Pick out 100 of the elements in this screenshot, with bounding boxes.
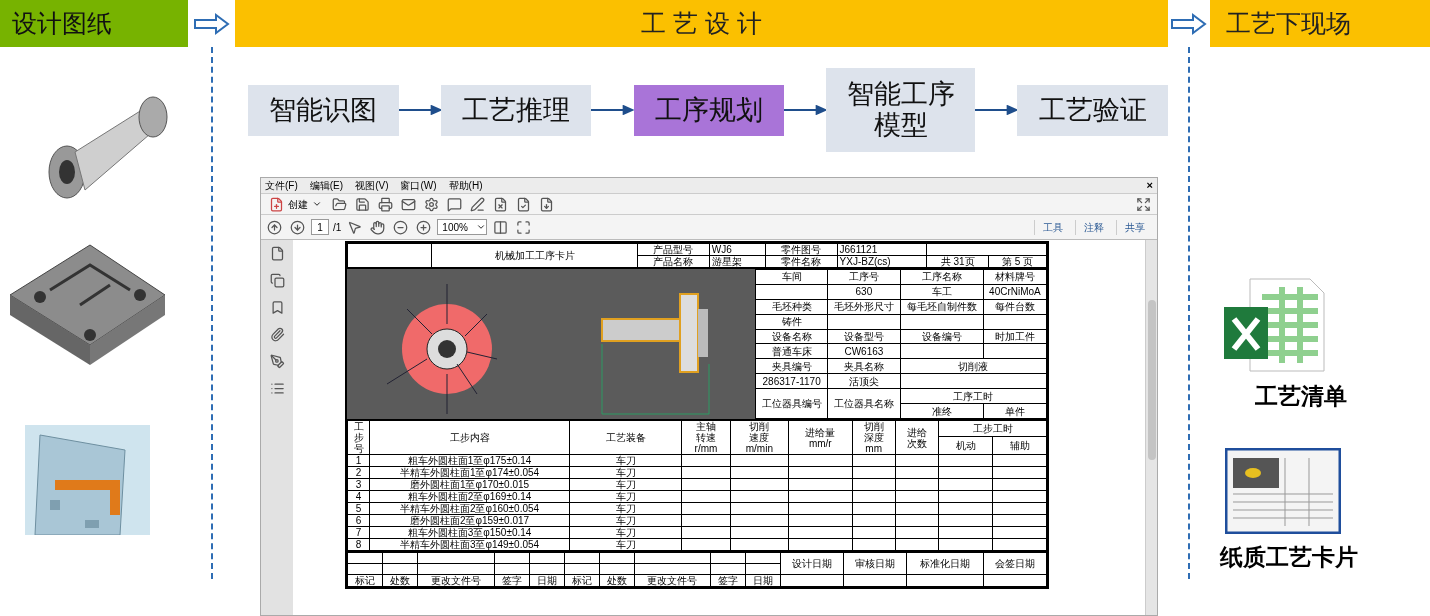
arrow-icon [784, 105, 827, 115]
flow-step[interactable]: 工艺验证 [1017, 84, 1168, 136]
arrow-icon [591, 105, 634, 115]
menu-item[interactable]: 文件(F) [265, 180, 298, 191]
table-cell: 车工 [900, 284, 984, 300]
spreadsheet-icon [1222, 277, 1326, 373]
table-cell: 工序工时 [900, 388, 1047, 404]
table-cell: 5 [347, 502, 370, 515]
table-cell: 粗车外圆柱面2至φ169±0.14 [369, 490, 570, 503]
table-cell: 设备名称 [755, 329, 828, 344]
table-cell: 夹具编号 [755, 358, 828, 374]
table-cell: 7 [347, 526, 370, 539]
flow-step[interactable]: 工艺推理 [440, 84, 592, 136]
table-cell: 工序名称 [900, 269, 984, 285]
flow-step[interactable]: 智能识图 [248, 84, 399, 136]
flow-step[interactable]: 智能工序模型 [826, 68, 976, 152]
output-label: 纸质工艺卡片 [1220, 546, 1358, 569]
table-cell: 半精车外圆柱面1至φ174±0.054 [369, 466, 570, 479]
table-cell: 车刀 [569, 526, 682, 539]
table-cell: 630 [827, 284, 901, 300]
column-header: 辅助 [992, 436, 1047, 455]
column-header: 工步工时 [938, 420, 1047, 437]
table-cell: 工序号 [827, 269, 901, 285]
table-cell: 车刀 [569, 502, 682, 515]
table-cell: 车刀 [569, 478, 682, 491]
table-cell: 夹具名称 [827, 358, 901, 374]
table-cell: 处数 [599, 574, 634, 586]
stage-banner: 工艺下现场 [1210, 0, 1430, 47]
menu-item[interactable]: 窗口(W) [400, 180, 437, 191]
table-cell: 单件 [983, 403, 1047, 419]
table-cell: 设备型号 [827, 329, 901, 344]
table-cell: 日期 [745, 574, 781, 586]
table-cell: CW6163 [827, 343, 901, 359]
table-cell: 车刀 [569, 514, 682, 527]
table-cell: 半精车外圆柱面3至φ149±0.054 [369, 538, 570, 551]
table-cell: 6 [347, 514, 370, 527]
table-cell: 普通车床 [755, 343, 828, 359]
create-file-icon [269, 196, 284, 212]
card-title: 机械加工工序卡片 [431, 243, 638, 268]
table-cell: 1 [347, 454, 370, 467]
table-cell: 产品型号 [637, 243, 710, 256]
panel-link[interactable]: 工具 [1034, 219, 1071, 235]
table-cell: 设计日期 [780, 552, 844, 574]
table-cell: 车刀 [569, 466, 682, 479]
close-button[interactable]: × [1146, 180, 1153, 191]
table-cell: J661121 [837, 243, 927, 256]
table-cell: 活顶尖 [827, 373, 901, 389]
table-cell: 铸件 [755, 314, 828, 330]
panel-link[interactable]: 共享 [1116, 219, 1153, 235]
table-cell: 设备编号 [900, 329, 984, 344]
table-cell: 更改文件号 [634, 574, 711, 586]
table-cell: 材料牌号 [983, 269, 1047, 285]
arrow-icon [193, 12, 230, 35]
table-cell: 车刀 [569, 454, 682, 467]
table-cell: 每件台数 [983, 299, 1047, 315]
table-cell: 签字 [710, 574, 746, 586]
table-cell: 车间 [755, 269, 828, 285]
table-cell: 游星架 [709, 255, 766, 268]
page-input[interactable]: 1 [311, 219, 329, 235]
column-header: 工步号 [353, 421, 364, 454]
unit-label: mm [864, 443, 884, 454]
table-cell: 每毛坯自制件数 [900, 299, 984, 315]
table-cell: 40CrNiMoA [983, 284, 1047, 300]
arrow-icon [1171, 12, 1207, 35]
table-cell: WJ6 [709, 243, 766, 256]
table-cell: 粗车外圆柱面1至φ175±0.14 [369, 454, 570, 467]
table-cell: 日期 [529, 574, 565, 586]
caret-icon [475, 222, 486, 232]
caret-icon [312, 199, 322, 209]
table-cell: 半精车外圆柱面2至φ160±0.054 [369, 502, 570, 515]
table-cell: 磨外圆柱面2至φ159±0.017 [369, 514, 570, 527]
stage-banner: 工 艺 设 计 [235, 0, 1168, 47]
table-cell: 零件图号 [765, 243, 838, 256]
table-cell: 切削液 [900, 358, 1047, 374]
menu-item[interactable]: 视图(V) [355, 180, 389, 191]
table-cell: 毛坯种类 [755, 299, 828, 315]
menu-item[interactable]: 帮助(H) [448, 180, 483, 191]
panel-link[interactable]: 注释 [1075, 219, 1112, 235]
table-cell: 车刀 [569, 490, 682, 503]
table-cell: 3 [347, 478, 370, 491]
table-cell: 处数 [382, 574, 418, 586]
table-cell: 2 [347, 466, 370, 479]
menu-item[interactable]: 编辑(E) [309, 180, 344, 191]
table-cell: 准终 [900, 403, 984, 419]
table-cell: 磨外圆柱面1至φ170±0.015 [369, 478, 570, 491]
unit-label: mm/r [808, 437, 833, 449]
column-header: 机动 [938, 436, 993, 455]
table-cell: 粗车外圆柱面3至φ150±0.14 [369, 526, 570, 539]
flow-step[interactable]: 工序规划 [633, 84, 785, 136]
unit-label: m/min [744, 443, 774, 454]
table-cell: 标记 [347, 574, 383, 586]
scrollbar[interactable] [1145, 240, 1157, 615]
table-cell: 毛坯外形尺寸 [827, 299, 901, 315]
table-cell: 标准化日期 [906, 552, 984, 574]
zoom-dropdown[interactable]: 100% [437, 219, 487, 235]
table-cell: 签字 [494, 574, 530, 586]
table-cell: 工位器具编号 [755, 388, 828, 419]
create-button[interactable]: 创建 [265, 196, 326, 212]
table-cell: 标记 [564, 574, 600, 586]
column-header: 工艺装备 [605, 432, 646, 443]
